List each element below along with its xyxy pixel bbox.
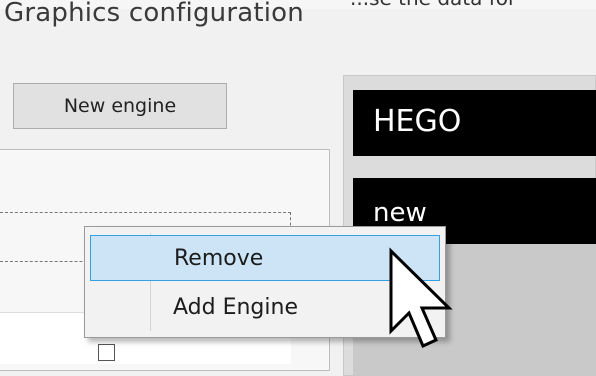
engine-tile-hego[interactable]: HEGO	[353, 90, 596, 156]
row-checkbox[interactable]	[98, 344, 115, 361]
new-engine-button[interactable]: New engine	[13, 83, 227, 129]
page-title: Graphics configuration	[4, 0, 304, 28]
arrow-cursor-icon	[389, 247, 453, 349]
top-cropped-text: ...se the data for	[350, 0, 516, 9]
